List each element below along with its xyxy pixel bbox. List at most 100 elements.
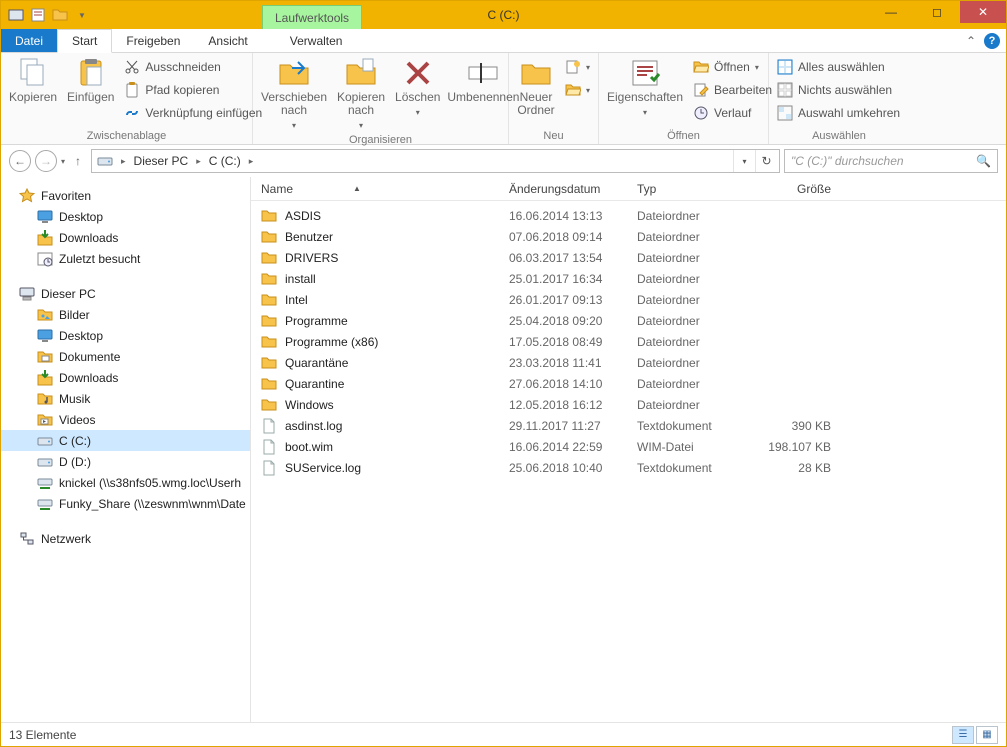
thumbnails-view-button[interactable]: ▦ bbox=[976, 726, 998, 744]
open-button[interactable]: Öffnen▾ bbox=[693, 57, 772, 77]
tree-view[interactable]: Favoriten Desktop Downloads Zuletzt besucht… bbox=[1, 177, 251, 722]
tab-freigeben[interactable]: Freigeben bbox=[112, 29, 194, 52]
table-row[interactable]: Programme25.04.2018 09:20Dateiordner bbox=[251, 310, 1006, 331]
history-button[interactable]: Verlauf bbox=[693, 103, 772, 123]
ribbon-collapse-icon[interactable]: ⌃ bbox=[966, 34, 976, 48]
table-row[interactable]: Quarantine27.06.2018 14:10Dateiordner bbox=[251, 373, 1006, 394]
sidebar-item[interactable]: Videos bbox=[1, 409, 250, 430]
table-row[interactable]: ASDIS16.06.2014 13:13Dateiordner bbox=[251, 205, 1006, 226]
file-date: 06.03.2017 13:54 bbox=[509, 251, 637, 265]
copy-button[interactable]: Kopieren bbox=[9, 55, 57, 104]
app-icon bbox=[7, 6, 25, 24]
paste-button[interactable]: Einfügen bbox=[67, 55, 114, 104]
table-row[interactable]: Windows12.05.2018 16:12Dateiordner bbox=[251, 394, 1006, 415]
select-all-button[interactable]: Alles auswählen bbox=[777, 57, 900, 77]
edit-button[interactable]: Bearbeiten bbox=[693, 80, 772, 100]
column-size[interactable]: Größe bbox=[755, 182, 839, 196]
column-name[interactable]: Name▲ bbox=[251, 182, 509, 196]
tab-start[interactable]: Start bbox=[57, 29, 112, 53]
minimize-button[interactable]: — bbox=[868, 1, 914, 23]
cut-button[interactable]: Ausschneiden bbox=[124, 57, 262, 77]
group-open-label: Öffnen bbox=[607, 128, 760, 144]
table-row[interactable]: boot.wim16.06.2014 22:59WIM-Datei198.107… bbox=[251, 436, 1006, 457]
title-bar: ▼ Laufwerktools C (C:) — ◻ ✕ bbox=[1, 1, 1006, 29]
up-button[interactable]: ↑ bbox=[69, 152, 87, 170]
file-date: 27.06.2018 14:10 bbox=[509, 377, 637, 391]
table-row[interactable]: install25.01.2017 16:34Dateiordner bbox=[251, 268, 1006, 289]
sidebar-item[interactable]: Dokumente bbox=[1, 346, 250, 367]
sidebar-item[interactable]: D (D:) bbox=[1, 451, 250, 472]
ql-newfolder-icon[interactable] bbox=[51, 6, 69, 24]
sidebar-item[interactable]: C (C:) bbox=[1, 430, 250, 451]
new-folder-button[interactable]: Neuer Ordner bbox=[517, 55, 555, 117]
invert-selection-button[interactable]: Auswahl umkehren bbox=[777, 103, 900, 123]
ql-dropdown-icon[interactable]: ▼ bbox=[73, 6, 91, 24]
ql-properties-icon[interactable] bbox=[29, 6, 47, 24]
file-icon bbox=[261, 418, 277, 434]
table-row[interactable]: Programme (x86)17.05.2018 08:49Dateiordn… bbox=[251, 331, 1006, 352]
delete-button[interactable]: Löschen▾ bbox=[395, 55, 440, 119]
new-item-button[interactable]: ▾ bbox=[565, 57, 590, 77]
sidebar-item[interactable]: Dieser PC bbox=[1, 283, 250, 304]
copy-path-button[interactable]: Pfad kopieren bbox=[124, 80, 262, 100]
breadcrumb-sep-icon[interactable]: ▸ bbox=[193, 156, 204, 167]
maximize-button[interactable]: ◻ bbox=[914, 1, 960, 23]
sidebar-item-label: Favoriten bbox=[41, 189, 91, 203]
recent-locations-icon[interactable]: ▾ bbox=[61, 157, 65, 166]
easy-access-button[interactable]: ▾ bbox=[565, 80, 590, 100]
column-type[interactable]: Typ bbox=[637, 182, 755, 196]
tab-verwalten[interactable]: Verwalten bbox=[276, 29, 357, 52]
tab-datei[interactable]: Datei bbox=[1, 29, 57, 52]
paste-shortcut-button[interactable]: Verknüpfung einfügen bbox=[124, 103, 262, 123]
contextual-tab-drive-tools: Laufwerktools bbox=[262, 5, 362, 29]
sidebar-item[interactable]: Musik bbox=[1, 388, 250, 409]
forward-button[interactable]: → bbox=[35, 150, 57, 172]
column-headers[interactable]: Name▲ Änderungsdatum Typ Größe bbox=[251, 177, 1006, 201]
search-input[interactable]: "C (C:)" durchsuchen 🔍 bbox=[784, 149, 998, 173]
table-row[interactable]: Benutzer07.06.2018 09:14Dateiordner bbox=[251, 226, 1006, 247]
sidebar-item[interactable]: Downloads bbox=[1, 367, 250, 388]
back-button[interactable]: ← bbox=[9, 150, 31, 172]
sidebar-item[interactable]: Bilder bbox=[1, 304, 250, 325]
close-button[interactable]: ✕ bbox=[960, 1, 1006, 23]
table-row[interactable]: Intel26.01.2017 09:13Dateiordner bbox=[251, 289, 1006, 310]
sidebar-item[interactable]: Favoriten bbox=[1, 185, 250, 206]
breadcrumb-sep-icon[interactable]: ▸ bbox=[118, 156, 129, 167]
file-type: Dateiordner bbox=[637, 335, 755, 349]
sidebar-item[interactable]: Zuletzt besucht bbox=[1, 248, 250, 269]
table-row[interactable]: SUService.log25.06.2018 10:40Textdokumen… bbox=[251, 457, 1006, 478]
tab-ansicht[interactable]: Ansicht bbox=[194, 29, 261, 52]
table-row[interactable]: asdinst.log29.11.2017 11:27Textdokument3… bbox=[251, 415, 1006, 436]
address-history-icon[interactable]: ▾ bbox=[733, 150, 755, 172]
sidebar-item-label: Downloads bbox=[59, 231, 118, 245]
group-organize-label: Organisieren bbox=[261, 132, 500, 148]
move-to-button[interactable]: Verschieben nach▾ bbox=[261, 55, 327, 132]
sidebar-item-label: Musik bbox=[59, 392, 90, 406]
search-icon: 🔍 bbox=[976, 154, 991, 168]
sidebar-item[interactable]: Desktop bbox=[1, 325, 250, 346]
folder-icon bbox=[261, 208, 277, 224]
refresh-button[interactable]: ↻ bbox=[755, 150, 777, 172]
sidebar-item[interactable]: Downloads bbox=[1, 227, 250, 248]
breadcrumb-drive[interactable]: C (C:) bbox=[206, 154, 244, 168]
sidebar-item-label: Dieser PC bbox=[41, 287, 96, 301]
details-view-button[interactable]: ☰ bbox=[952, 726, 974, 744]
copy-to-button[interactable]: Kopieren nach▾ bbox=[337, 55, 385, 132]
help-icon[interactable]: ? bbox=[984, 33, 1000, 49]
breadcrumb-root-icon[interactable] bbox=[94, 153, 116, 169]
table-row[interactable]: DRIVERS06.03.2017 13:54Dateiordner bbox=[251, 247, 1006, 268]
sidebar-item[interactable]: Desktop bbox=[1, 206, 250, 227]
address-bar[interactable]: ▸ Dieser PC ▸ C (C:) ▸ ▾ ↻ bbox=[91, 149, 780, 173]
breadcrumb-sep-icon[interactable]: ▸ bbox=[246, 156, 257, 167]
sidebar-item[interactable]: Funky_Share (\\zeswnm\wnm\Date bbox=[1, 493, 250, 514]
sidebar-item[interactable]: Netzwerk bbox=[1, 528, 250, 549]
breadcrumb-pc[interactable]: Dieser PC bbox=[131, 154, 192, 168]
properties-button[interactable]: Eigenschaften▾ bbox=[607, 55, 683, 119]
sidebar-item-label: Desktop bbox=[59, 329, 103, 343]
select-none-button[interactable]: Nichts auswählen bbox=[777, 80, 900, 100]
sidebar-item-label: Downloads bbox=[59, 371, 118, 385]
table-row[interactable]: Quarantäne23.03.2018 11:41Dateiordner bbox=[251, 352, 1006, 373]
column-date[interactable]: Änderungsdatum bbox=[509, 182, 637, 196]
sidebar-item[interactable]: knickel (\\s38nfs05.wmg.loc\Userh bbox=[1, 472, 250, 493]
rename-button[interactable]: Umbenennen bbox=[450, 55, 516, 104]
